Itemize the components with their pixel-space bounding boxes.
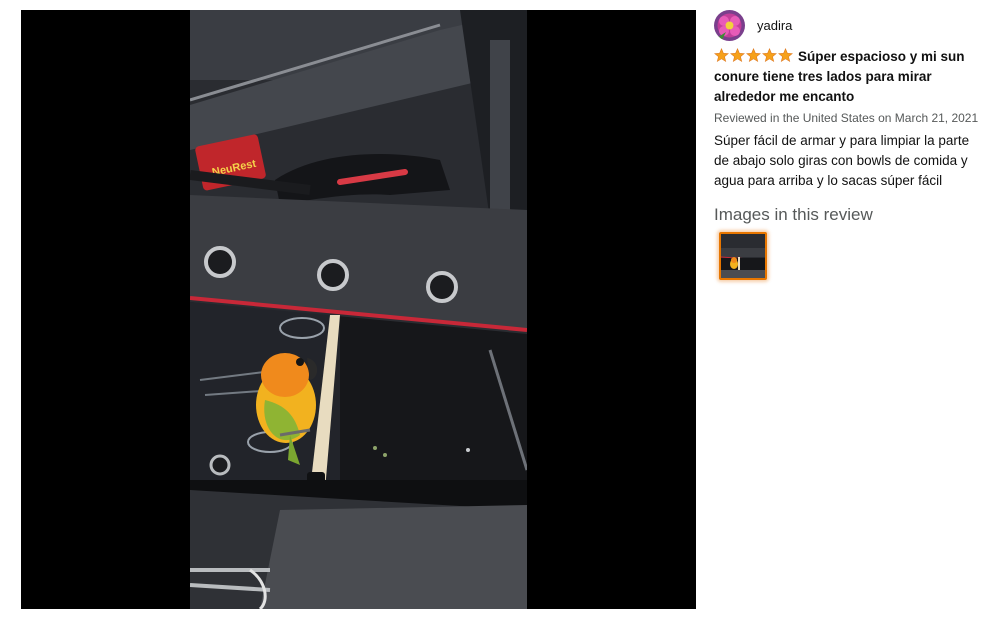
review-image-viewer: NeuRest — [21, 10, 696, 609]
review-title-block: Súper espacioso y mi sun conure tiene tr… — [714, 47, 984, 107]
images-heading: Images in this review — [714, 205, 873, 224]
parrot-in-carrier-photo: NeuRest — [190, 10, 527, 609]
parrot-thumbnail-image — [721, 234, 765, 278]
five-star-rating — [714, 48, 794, 63]
avatar[interactable] — [714, 10, 745, 41]
review-image-thumbnail[interactable] — [719, 232, 767, 280]
review-panel: yadira Súper espacioso y mi sun conure t… — [714, 10, 984, 280]
review-date: Reviewed in the United States on March 2… — [714, 111, 979, 125]
reviewer-profile[interactable]: yadira — [714, 10, 984, 41]
reviewer-name[interactable]: yadira — [757, 18, 792, 33]
review-photo: NeuRest — [190, 10, 527, 609]
review-body: Súper fácil de armar y para limpiar la p… — [714, 133, 970, 188]
flower-avatar-icon — [714, 10, 745, 41]
star-rating-icon — [714, 48, 793, 63]
